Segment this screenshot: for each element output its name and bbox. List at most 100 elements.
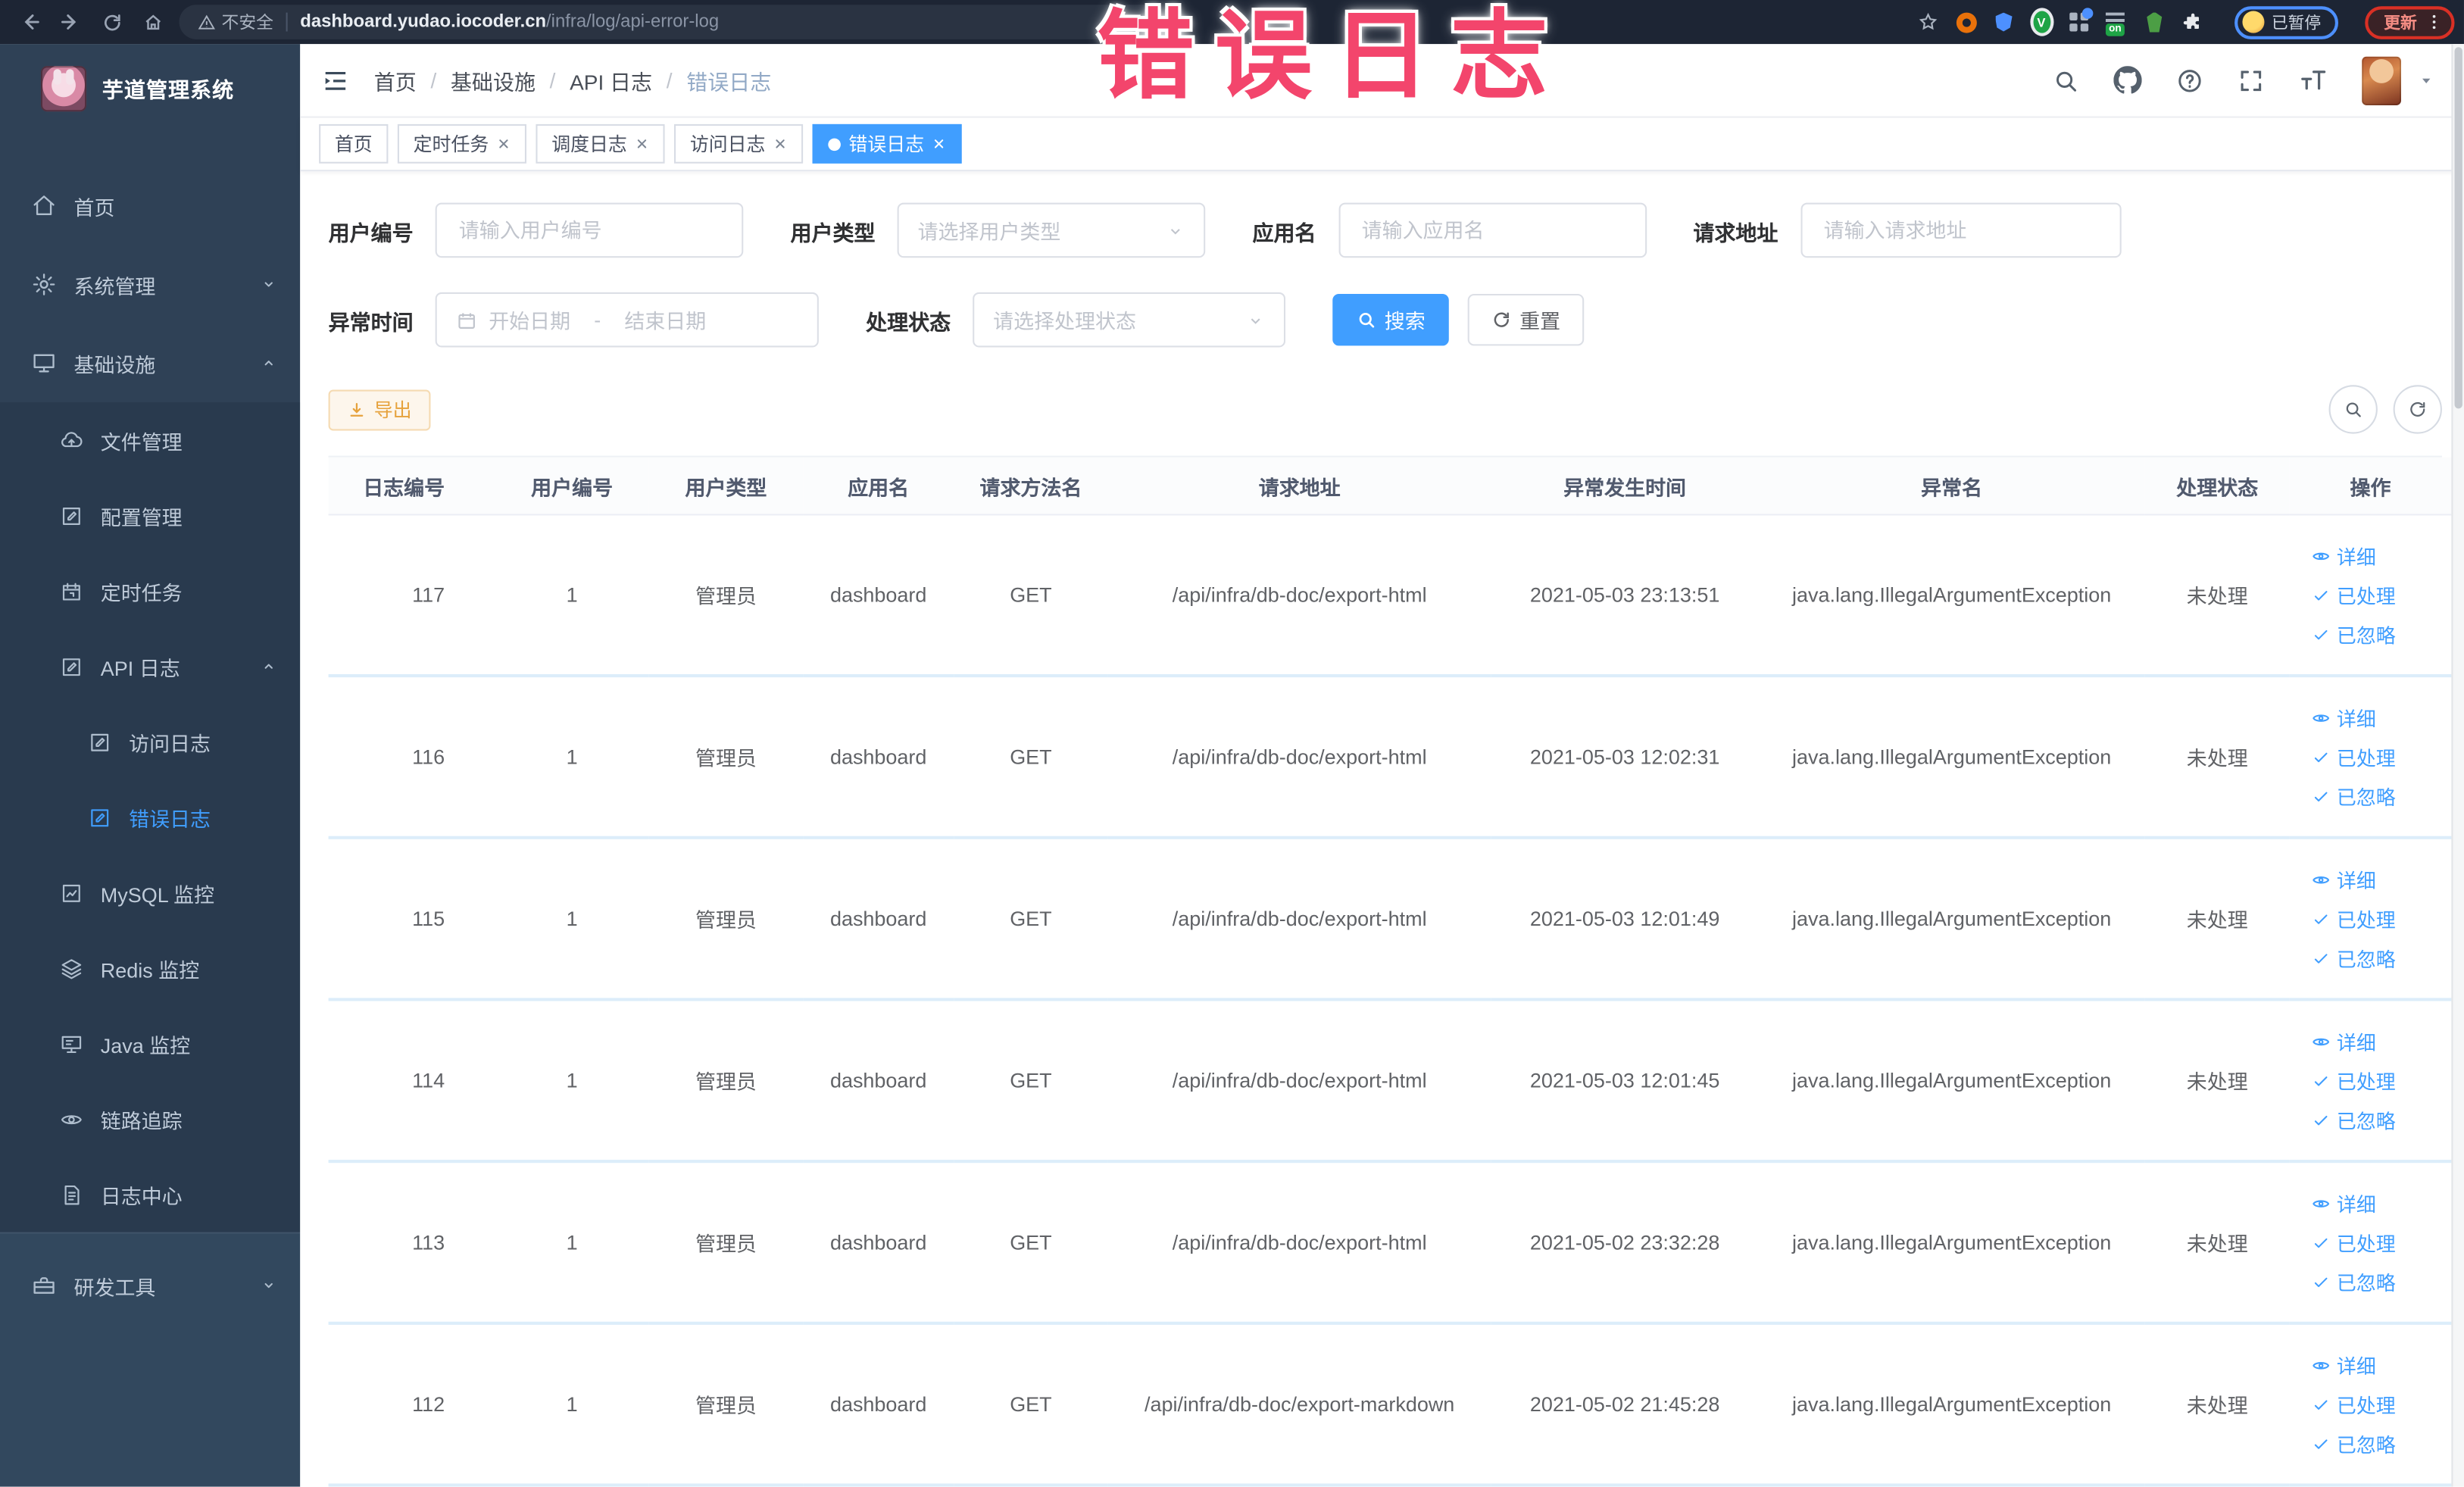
row-actions: 详细 已处理 已忽略 <box>2312 1350 2445 1458</box>
sidebar-item-研发工具[interactable]: 研发工具 <box>0 1246 300 1325</box>
user-id-input[interactable] <box>455 217 723 244</box>
tab-close-icon[interactable] <box>773 136 788 151</box>
extensions-puzzle-icon[interactable] <box>2181 10 2204 33</box>
extension-icon[interactable] <box>2143 10 2166 33</box>
action-详细[interactable]: 详细 <box>2312 864 2445 894</box>
sidebar-item-定时任务[interactable]: 定时任务 <box>0 553 300 629</box>
sidebar-item-Java 监控[interactable]: Java 监控 <box>0 1006 300 1082</box>
cell-app_name: dashboard <box>803 999 954 1164</box>
date-separator: - <box>594 308 601 332</box>
cell-process_status: 未处理 <box>2144 1161 2290 1325</box>
refresh-table-button[interactable] <box>2393 385 2442 434</box>
sidebar-item-配置管理[interactable]: 配置管理 <box>0 478 300 554</box>
browser-back-icon[interactable] <box>13 5 48 39</box>
font-size-icon[interactable] <box>2299 66 2327 94</box>
breadcrumb-item[interactable]: 错误日志 <box>686 64 771 95</box>
sidebar-item-文件管理[interactable]: 文件管理 <box>0 402 300 478</box>
extension-icon[interactable]: on <box>2105 10 2128 36</box>
action-详细[interactable]: 详细 <box>2312 1026 2445 1056</box>
date-range-picker[interactable]: 开始日期 - 结束日期 <box>435 292 819 348</box>
sidebar-item-基础设施[interactable]: 基础设施 <box>0 323 300 402</box>
sidebar-item-链路追踪[interactable]: 链路追踪 <box>0 1081 300 1157</box>
extension-icon[interactable] <box>2067 8 2094 33</box>
process-status-select[interactable]: 请选择处理状态 <box>973 292 1286 348</box>
tab-错误日志[interactable]: 错误日志 <box>812 123 962 164</box>
tab-定时任务[interactable]: 定时任务 <box>397 123 527 164</box>
cell-exception_name: java.lang.IllegalArgumentException <box>1758 676 2145 839</box>
action-已忽略[interactable]: 已忽略 <box>2312 1429 2445 1458</box>
column-header-id: 日志编号 <box>328 457 495 516</box>
address-bar[interactable]: 不安全 dashboard.yudao.iocoder.cn/infra/log… <box>179 5 1160 39</box>
app-name-input[interactable] <box>1358 217 1626 244</box>
search-button[interactable]: 搜索 <box>1332 293 1449 346</box>
tab-访问日志[interactable]: 访问日志 <box>674 123 804 164</box>
action-已处理[interactable]: 已处理 <box>2312 1227 2445 1257</box>
action-详细[interactable]: 详细 <box>2312 1350 2445 1379</box>
browser-profile-chip[interactable]: 已暂停 <box>2234 5 2339 39</box>
date-end-placeholder: 结束日期 <box>624 309 707 333</box>
cell-request_url: /api/infra/db-doc/export-html <box>1107 837 1491 1001</box>
action-详细[interactable]: 详细 <box>2312 541 2445 570</box>
app-logo[interactable]: 芋道管理系统 <box>0 44 300 132</box>
tab-首页[interactable]: 首页 <box>319 123 389 164</box>
browser-update-button[interactable]: 更新 <box>2365 5 2455 39</box>
security-warning-icon[interactable]: 不安全 <box>198 9 273 34</box>
sidebar-item-首页[interactable]: 首页 <box>0 167 300 245</box>
tab-close-icon[interactable] <box>497 136 511 151</box>
reset-button[interactable]: 重置 <box>1467 293 1585 346</box>
action-已处理[interactable]: 已处理 <box>2312 580 2445 610</box>
user-type-select[interactable]: 请选择用户类型 <box>897 202 1206 258</box>
export-button[interactable]: 导出 <box>328 389 431 430</box>
browser-reload-icon[interactable] <box>94 5 129 39</box>
sidebar-item-MySQL 监控[interactable]: MySQL 监控 <box>0 855 300 931</box>
sidebar-toggle-icon[interactable] <box>316 61 355 100</box>
sidebar-item-访问日志[interactable]: 访问日志 <box>0 704 300 779</box>
request-url-input[interactable] <box>1820 217 2100 244</box>
tab-调度日志[interactable]: 调度日志 <box>536 123 665 164</box>
action-已处理[interactable]: 已处理 <box>2312 904 2445 933</box>
extension-icon[interactable] <box>1992 10 2016 33</box>
fullscreen-icon[interactable] <box>2238 67 2264 93</box>
row-actions: 详细 已处理 已忽略 <box>2312 1026 2445 1135</box>
action-已忽略[interactable]: 已忽略 <box>2312 943 2445 973</box>
sidebar-item-label: 系统管理 <box>73 274 156 298</box>
browser-forward-icon[interactable] <box>54 5 89 39</box>
breadcrumb-item[interactable]: 基础设施 <box>451 64 536 95</box>
action-已处理[interactable]: 已处理 <box>2312 1389 2445 1419</box>
toggle-search-button[interactable] <box>2328 385 2378 434</box>
tab-close-icon[interactable] <box>635 136 649 151</box>
page-scrollbar[interactable] <box>2451 44 2464 1487</box>
cell-ops: 详细 已处理 已忽略 <box>2289 676 2452 839</box>
action-已处理[interactable]: 已处理 <box>2312 742 2445 771</box>
user-id-label: 用户编号 <box>328 220 414 245</box>
action-已忽略[interactable]: 已忽略 <box>2312 1267 2445 1296</box>
cell-exception_name: java.lang.IllegalArgumentException <box>1758 1323 2145 1487</box>
sidebar-item-API 日志[interactable]: API 日志 <box>0 629 300 704</box>
action-已忽略[interactable]: 已忽略 <box>2312 1104 2445 1134</box>
sidebar-item-Redis 监控[interactable]: Redis 监控 <box>0 930 300 1006</box>
sidebar-item-系统管理[interactable]: 系统管理 <box>0 245 300 324</box>
action-已处理[interactable]: 已处理 <box>2312 1066 2445 1095</box>
action-已忽略[interactable]: 已忽略 <box>2312 781 2445 811</box>
logo-image <box>40 65 87 111</box>
browser-menu-icon[interactable] <box>2425 13 2444 32</box>
action-详细[interactable]: 详细 <box>2312 702 2445 732</box>
tab-close-icon[interactable] <box>932 136 946 151</box>
eye-icon <box>2312 1355 2331 1374</box>
github-icon[interactable] <box>2113 66 2142 94</box>
eye-icon <box>2312 1032 2331 1051</box>
extension-icon[interactable]: V <box>2029 8 2053 36</box>
breadcrumb-item[interactable]: API 日志 <box>570 64 652 95</box>
sidebar-item-错误日志[interactable]: 错误日志 <box>0 779 300 855</box>
action-已忽略[interactable]: 已忽略 <box>2312 619 2445 648</box>
help-icon[interactable] <box>2176 67 2203 93</box>
search-icon[interactable] <box>2052 67 2078 93</box>
bookmark-star-icon[interactable] <box>1916 10 1940 33</box>
extension-icon[interactable] <box>1954 10 1978 33</box>
browser-home-icon[interactable] <box>135 5 170 39</box>
breadcrumb-item[interactable]: 首页 <box>374 64 417 95</box>
avatar-caret-icon[interactable] <box>2417 70 2436 89</box>
user-avatar[interactable] <box>2362 55 2401 105</box>
sidebar-item-日志中心[interactable]: 日志中心 <box>0 1157 300 1232</box>
action-详细[interactable]: 详细 <box>2312 1188 2445 1217</box>
